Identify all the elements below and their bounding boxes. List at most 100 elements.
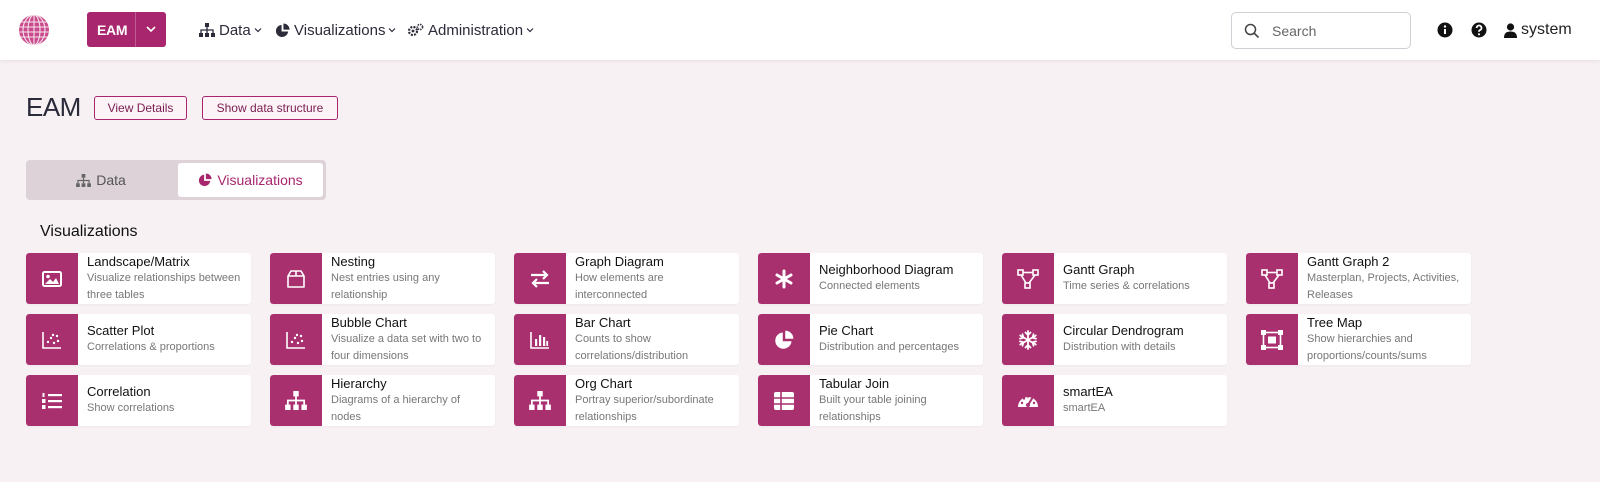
viz-card-text: Nesting Nest entries using any relationsh… bbox=[331, 253, 493, 304]
sitemap-icon bbox=[199, 23, 215, 37]
viz-card-description: Connected elements bbox=[819, 280, 920, 292]
viz-card-text: smartEA smartEA bbox=[1063, 375, 1225, 426]
viz-card-pie-chart[interactable]: Pie Chart Distribution and percentages bbox=[758, 314, 983, 365]
viz-card-neighborhood-diagram[interactable]: Neighborhood Diagram Connected elements bbox=[758, 253, 983, 304]
sitemap-icon bbox=[514, 375, 566, 426]
top-bar: EAM Data Visualizations Administration s… bbox=[0, 0, 1600, 60]
show-data-structure-button[interactable]: Show data structure bbox=[202, 96, 338, 120]
viz-card-circular-dendrogram[interactable]: Circular Dendrogram Distribution with det… bbox=[1002, 314, 1227, 365]
viz-card-title: Landscape/Matrix bbox=[87, 253, 190, 269]
viz-card-gantt-graph-2[interactable]: Gantt Graph 2 Masterplan, Projects, Activ… bbox=[1246, 253, 1471, 304]
viz-card-landscape-matrix[interactable]: Landscape/Matrix Visualize relationships … bbox=[26, 253, 251, 304]
asterisk-icon bbox=[758, 253, 810, 304]
tab-data[interactable]: Data bbox=[26, 163, 176, 197]
user-icon bbox=[1504, 22, 1517, 38]
viz-card-description: Show hierarchies and proportions/counts/… bbox=[1307, 332, 1427, 362]
globe-logo-icon[interactable] bbox=[18, 14, 50, 46]
viz-card-gantt-graph[interactable]: Gantt Graph Time series & correlations bbox=[1002, 253, 1227, 304]
viz-card-bar-chart[interactable]: Bar Chart Counts to show correlations/dis… bbox=[514, 314, 739, 365]
table-icon bbox=[758, 375, 810, 426]
viz-card-title: Bubble Chart bbox=[331, 314, 407, 330]
bar-chart-icon bbox=[514, 314, 566, 365]
viz-card-description: Visualize relationships between three ta… bbox=[87, 271, 241, 301]
viz-card-smartea[interactable]: smartEA smartEA bbox=[1002, 375, 1227, 426]
viz-card-title: Neighborhood Diagram bbox=[819, 262, 954, 277]
viz-card-description: Counts to show correlations/distribution bbox=[575, 332, 689, 362]
viz-card-text: Gantt Graph Time series & correlations bbox=[1063, 253, 1225, 304]
chevron-down-icon bbox=[254, 28, 262, 33]
nav-visualizations[interactable]: Visualizations bbox=[275, 19, 396, 41]
gears-icon bbox=[407, 23, 424, 36]
viz-card-text: Org Chart Portray superior/subordinate re… bbox=[575, 375, 737, 426]
viz-card-title: Hierarchy bbox=[331, 375, 387, 391]
viz-card-text: Scatter Plot Correlations & proportions bbox=[87, 314, 249, 365]
page-title: EAM bbox=[26, 92, 81, 122]
nav-administration[interactable]: Administration bbox=[407, 19, 534, 41]
viz-card-text: Landscape/Matrix Visualize relationships … bbox=[87, 253, 249, 304]
viz-card-title: Gantt Graph bbox=[1063, 262, 1135, 277]
section-title: Visualizations bbox=[40, 223, 138, 240]
viz-card-text: Hierarchy Diagrams of a hierarchy of node… bbox=[331, 375, 493, 426]
user-name: system bbox=[1521, 21, 1572, 38]
viz-card-hierarchy[interactable]: Hierarchy Diagrams of a hierarchy of node… bbox=[270, 375, 495, 426]
viz-card-text: Bubble Chart Visualize a data set with tw… bbox=[331, 314, 493, 365]
viz-card-text: Bar Chart Counts to show correlations/dis… bbox=[575, 314, 737, 365]
snowflake-icon bbox=[1002, 314, 1054, 365]
search-icon bbox=[1244, 23, 1260, 39]
view-details-button[interactable]: View Details bbox=[94, 96, 187, 120]
tab-visualizations[interactable]: Visualizations bbox=[178, 163, 323, 197]
viz-card-correlation[interactable]: Correlation Show correlations bbox=[26, 375, 251, 426]
app-switcher-divider bbox=[135, 12, 136, 47]
viz-card-title: Nesting bbox=[331, 253, 376, 269]
viz-card-title: Correlation bbox=[87, 384, 151, 399]
vector-nodes-icon bbox=[1002, 253, 1054, 304]
list-ordered-icon bbox=[26, 375, 78, 426]
viz-card-graph-diagram[interactable]: Graph Diagram How elements are interconne… bbox=[514, 253, 739, 304]
viz-card-tree-map[interactable]: Tree Map Show hierarchies and proportions… bbox=[1246, 314, 1471, 365]
viz-card-description: Nest entries using any relationship bbox=[331, 271, 440, 301]
info-icon[interactable] bbox=[1437, 22, 1453, 38]
viz-card-text: Tree Map Show hierarchies and proportions… bbox=[1307, 314, 1469, 365]
viz-card-scatter-plot[interactable]: Scatter Plot Correlations & proportions bbox=[26, 314, 251, 365]
viz-card-nesting[interactable]: Nesting Nest entries using any relationsh… bbox=[270, 253, 495, 304]
viz-card-title: Org Chart bbox=[575, 375, 633, 391]
viz-card-title: Gantt Graph 2 bbox=[1307, 253, 1390, 269]
viz-card-text: Tabular Join Built your table joining rel… bbox=[819, 375, 981, 426]
viz-card-description: Time series & correlations bbox=[1063, 280, 1190, 292]
tab-data-label: Data bbox=[96, 172, 126, 188]
search-input[interactable] bbox=[1272, 21, 1402, 41]
app-switcher-label: EAM bbox=[97, 22, 128, 38]
viz-card-bubble-chart[interactable]: Bubble Chart Visualize a data set with tw… bbox=[270, 314, 495, 365]
viz-card-text: Pie Chart Distribution and percentages bbox=[819, 314, 981, 365]
help-icon[interactable] bbox=[1471, 22, 1487, 38]
viz-card-title: Scatter Plot bbox=[87, 323, 155, 338]
view-tabs: Data Visualizations bbox=[26, 160, 326, 200]
viz-card-description: Show correlations bbox=[87, 402, 175, 414]
viz-card-org-chart[interactable]: Org Chart Portray superior/subordinate re… bbox=[514, 375, 739, 426]
viz-card-tabular-join[interactable]: Tabular Join Built your table joining rel… bbox=[758, 375, 983, 426]
search-box[interactable] bbox=[1231, 12, 1411, 49]
user-menu[interactable]: system bbox=[1504, 19, 1572, 41]
viz-card-description: smartEA bbox=[1063, 402, 1106, 414]
viz-card-title: Circular Dendrogram bbox=[1063, 323, 1184, 338]
nav-visualizations-label: Visualizations bbox=[294, 21, 386, 39]
sitemap-icon bbox=[270, 375, 322, 426]
nav-data[interactable]: Data bbox=[199, 19, 262, 41]
viz-card-description: Masterplan, Projects, Activities, Releas… bbox=[1307, 271, 1460, 301]
vector-nodes-icon bbox=[1246, 253, 1298, 304]
viz-card-description: Portray superior/subordinate relationshi… bbox=[575, 393, 714, 423]
chevron-down-icon bbox=[146, 26, 156, 33]
viz-card-title: Pie Chart bbox=[819, 323, 874, 338]
viz-card-title: smartEA bbox=[1063, 384, 1113, 399]
sitemap-icon bbox=[76, 173, 92, 187]
viz-card-description: Distribution with details bbox=[1063, 341, 1176, 353]
viz-card-title: Tree Map bbox=[1307, 314, 1363, 330]
app-switcher-button[interactable]: EAM bbox=[87, 12, 166, 47]
nav-data-label: Data bbox=[219, 21, 251, 39]
box-icon bbox=[270, 253, 322, 304]
viz-card-description: How elements are interconnected bbox=[575, 271, 664, 301]
viz-card-title: Graph Diagram bbox=[575, 253, 664, 269]
viz-card-title: Tabular Join bbox=[819, 375, 890, 391]
scatter-chart-icon bbox=[26, 314, 78, 365]
viz-card-description: Built your table joining relationships bbox=[819, 393, 927, 423]
